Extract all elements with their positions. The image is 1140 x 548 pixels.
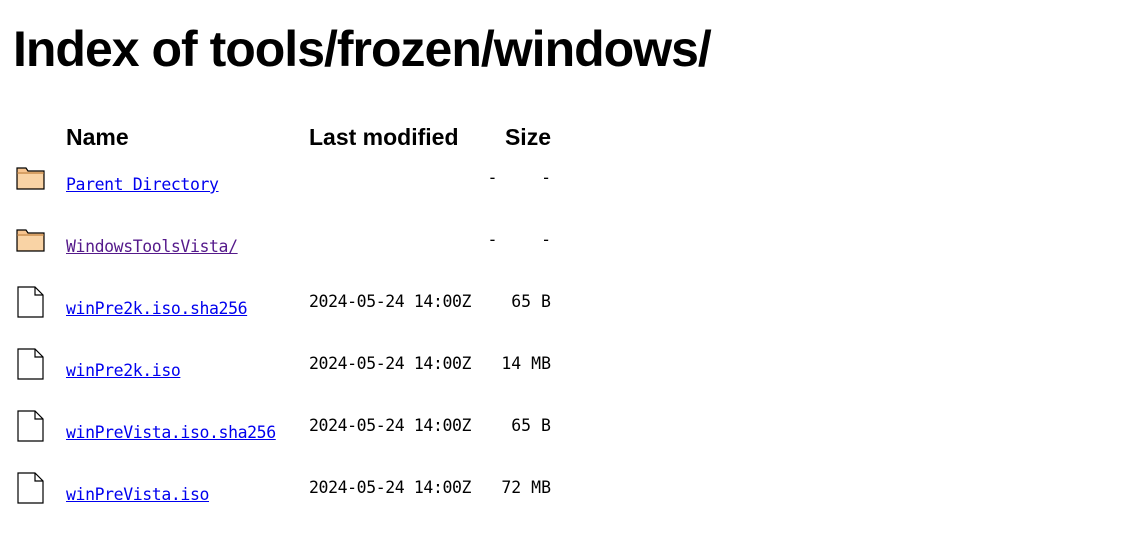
row-size-cell: 65 B	[497, 281, 551, 343]
row-name-cell: winPreVista.iso.sha256	[66, 405, 309, 467]
row-size: 65 B	[511, 416, 551, 435]
row-size-cell: -	[497, 219, 551, 281]
row-icon-cell	[15, 343, 66, 405]
row-icon-cell	[15, 405, 66, 467]
row-size-cell: -	[497, 157, 551, 219]
row-icon-cell	[15, 281, 66, 343]
row-name-cell: winPre2k.iso	[66, 343, 309, 405]
table-row: winPreVista.iso.sha256 2024-05-24 14:00Z…	[15, 405, 551, 467]
row-size: 72 MB	[501, 478, 551, 497]
header-last-modified[interactable]: Last modified	[309, 117, 497, 157]
row-last-modified: 2024-05-24 14:00Z	[309, 354, 472, 373]
row-last-modified-empty: -	[487, 230, 497, 249]
file-link[interactable]: winPre2k.iso.sha256	[66, 299, 248, 318]
windowstoolsvista-folder-link[interactable]: WindowsToolsVista/	[66, 237, 238, 256]
header-size[interactable]: Size	[497, 117, 551, 157]
file-link[interactable]: winPreVista.iso	[66, 485, 209, 504]
row-date-cell: 2024-05-24 14:00Z	[309, 467, 497, 529]
table-row: winPreVista.iso 2024-05-24 14:00Z 72 MB	[15, 467, 551, 529]
row-size: -	[541, 230, 551, 249]
file-icon	[17, 348, 44, 380]
header-name[interactable]: Name	[66, 117, 309, 157]
table-header-row: Name Last modified Size	[15, 117, 551, 157]
row-name-cell: Parent Directory	[66, 157, 309, 219]
row-date-cell: 2024-05-24 14:00Z	[309, 281, 497, 343]
row-icon-cell	[15, 157, 66, 219]
row-date-cell: 2024-05-24 14:00Z	[309, 343, 497, 405]
row-size: -	[541, 168, 551, 187]
table-row: winPre2k.iso.sha256 2024-05-24 14:00Z 65…	[15, 281, 551, 343]
row-name-cell: winPre2k.iso.sha256	[66, 281, 309, 343]
row-date-cell: -	[309, 219, 497, 281]
page-title: Index of tools/frozen/windows/	[13, 21, 712, 77]
row-last-modified: 2024-05-24 14:00Z	[309, 478, 472, 497]
parent-directory-link[interactable]: Parent Directory	[66, 175, 219, 194]
header-icon-spacer	[15, 117, 66, 157]
table-row: winPre2k.iso 2024-05-24 14:00Z 14 MB	[15, 343, 551, 405]
row-date-cell: 2024-05-24 14:00Z	[309, 405, 497, 467]
file-link[interactable]: winPreVista.iso.sha256	[66, 423, 276, 442]
row-last-modified: 2024-05-24 14:00Z	[309, 292, 472, 311]
table-row: Parent Directory - -	[15, 157, 551, 219]
row-size: 14 MB	[501, 354, 551, 373]
file-link[interactable]: winPre2k.iso	[66, 361, 181, 380]
row-date-cell: -	[309, 157, 497, 219]
folder-icon	[16, 229, 45, 252]
row-last-modified-empty: -	[487, 168, 497, 187]
row-last-modified: 2024-05-24 14:00Z	[309, 416, 472, 435]
folder-icon	[16, 167, 45, 190]
row-icon-cell	[15, 219, 66, 281]
row-size-cell: 65 B	[497, 405, 551, 467]
row-icon-cell	[15, 467, 66, 529]
directory-listing-table: Name Last modified Size Parent Directory…	[15, 117, 551, 529]
row-name-cell: winPreVista.iso	[66, 467, 309, 529]
row-size-cell: 72 MB	[497, 467, 551, 529]
file-icon	[17, 472, 44, 504]
row-size-cell: 14 MB	[497, 343, 551, 405]
file-icon	[17, 286, 44, 318]
row-name-cell: WindowsToolsVista/	[66, 219, 309, 281]
table-row: WindowsToolsVista/ - -	[15, 219, 551, 281]
row-size: 65 B	[511, 292, 551, 311]
file-icon	[17, 410, 44, 442]
